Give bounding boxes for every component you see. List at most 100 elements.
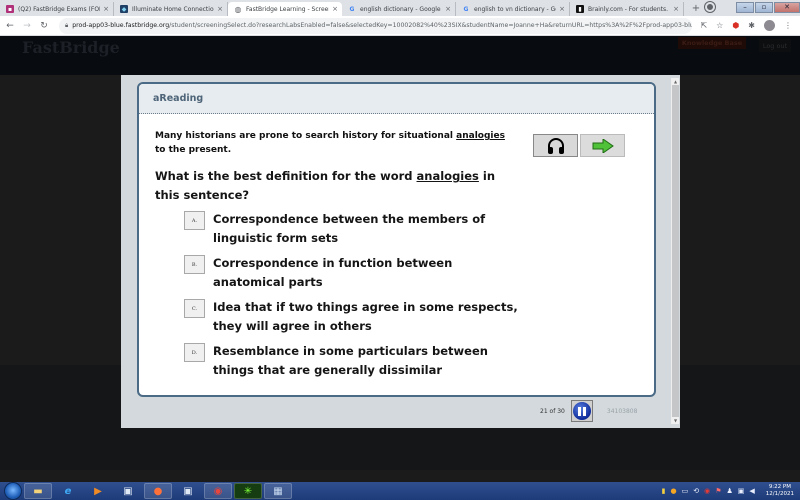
bookmark-star-icon[interactable]: ☆ [716, 21, 723, 30]
assessment-footer: 21 of 30 34103808 [540, 400, 637, 422]
next-button[interactable] [580, 134, 625, 157]
test-id: 34103808 [606, 407, 638, 415]
sync-icon[interactable]: ⟲ [693, 487, 699, 495]
media-controls [533, 134, 625, 157]
purple-square-icon: ▪ [6, 5, 14, 13]
maximize-button[interactable]: ▫ [755, 1, 773, 13]
logout-button[interactable]: Log out [759, 39, 791, 52]
minimize-button[interactable]: – [736, 1, 754, 13]
passage-sentence: Many historians are prone to search hist… [155, 129, 515, 157]
window-app-icon[interactable]: ▣ [174, 483, 202, 499]
fastbridge-logo: FastBridge [22, 38, 120, 57]
media-player-icon[interactable]: ▶ [84, 483, 112, 499]
calculator-icon[interactable]: ▦ [264, 483, 292, 499]
close-tab-icon[interactable]: × [103, 5, 109, 13]
orange-circle-icon[interactable]: ● [671, 487, 677, 495]
menu-kebab-icon[interactable]: ⋮ [784, 21, 792, 30]
browser-tab[interactable]: G english dictionary - Google Sear × [342, 2, 456, 16]
extension-shield-icon[interactable]: ⬢ [732, 21, 739, 30]
tab-label: english to vn dictionary - Googl [474, 5, 556, 13]
system-clock[interactable]: 9:22 PM 12/1/2021 [766, 484, 794, 498]
passage-text: Many historians are prone to search hist… [155, 131, 457, 141]
answer-choice-b[interactable]: B. Correspondence in function between an… [184, 254, 524, 292]
choice-text[interactable]: Correspondence between the members of li… [213, 210, 524, 248]
share-icon[interactable]: ⇱ [700, 21, 707, 30]
back-arrow-icon[interactable]: ← [3, 21, 17, 31]
volume-icon[interactable]: ◀ [749, 487, 754, 495]
choice-text[interactable]: Resemblance in some particulars between … [213, 342, 524, 380]
choice-letter-button[interactable]: A. [184, 211, 205, 230]
system-tray: ▮ ● ▭ ⟲ ◉ ⚑ ♟ ▣ ◀ 9:22 PM 12/1/2021 [662, 482, 794, 500]
browser-tab[interactable]: ◆ Illuminate Home Connection × [114, 2, 228, 16]
browser-tab[interactable]: ▮ Brainly.com - For students. By st × [570, 2, 684, 16]
google-icon: G [463, 5, 469, 13]
answer-choice-a[interactable]: A. Correspondence between the members of… [184, 210, 524, 248]
illuminate-icon: ◆ [120, 5, 128, 13]
globe-icon: ◍ [234, 4, 242, 14]
close-tab-icon[interactable]: × [559, 5, 565, 13]
green-app-icon[interactable]: ✳ [234, 483, 262, 499]
browser-tab-strip: ▪ (Q2) FastBridge Exams (FOR AB × ◆ Illu… [0, 0, 800, 16]
close-tab-icon[interactable]: × [217, 5, 223, 13]
scroll-up-arrow-icon[interactable]: ▲ [672, 78, 679, 85]
card-header: aReading [139, 84, 654, 114]
audio-button[interactable] [533, 134, 578, 157]
choice-text[interactable]: Idea that if two things agree in some re… [213, 298, 524, 336]
url-path: /student/screeningSelect.do?researchLabs… [169, 22, 693, 29]
network-icon[interactable]: ▭ [682, 487, 689, 495]
frame-scrollbar[interactable]: ▲ ▼ [671, 78, 679, 424]
display-icon[interactable]: ▣ [738, 487, 745, 495]
choice-letter-button[interactable]: B. [184, 255, 205, 274]
firefox-icon[interactable]: ● [144, 483, 172, 499]
internet-explorer-icon[interactable]: e [54, 483, 82, 499]
headphones-icon [547, 137, 564, 154]
windows-taskbar: ▬ e ▶ ▣ ● ▣ ◉ ✳ ▦ ▮ ● ▭ ⟲ ◉ ⚑ ♟ ▣ ◀ 9:22… [0, 482, 800, 500]
address-bar[interactable]: 🔒︎ prod-app03-blue.fastbridge.org/studen… [59, 17, 693, 34]
start-button[interactable] [4, 482, 22, 500]
passage-keyword: analogies [456, 131, 505, 141]
choice-letter-button[interactable]: C. [184, 299, 205, 318]
close-tab-icon[interactable]: × [673, 5, 679, 13]
question-progress: 21 of 30 [540, 407, 565, 415]
pause-button[interactable] [570, 400, 593, 422]
close-tab-icon[interactable]: × [445, 5, 451, 13]
file-explorer-icon[interactable]: ▬ [24, 483, 52, 499]
new-tab-button[interactable]: + [688, 2, 704, 14]
answer-choice-c[interactable]: C. Idea that if two things agree in some… [184, 298, 524, 336]
reload-icon[interactable]: ↻ [37, 21, 51, 31]
choice-letter-button[interactable]: D. [184, 343, 205, 362]
passage-text: to the present. [155, 145, 232, 155]
knowledge-base-button[interactable]: Knowledge Base [678, 37, 746, 49]
question-text-part: What is the best definition for the word [155, 169, 417, 183]
tab-label: Brainly.com - For students. By st [588, 5, 670, 13]
browser-toolbar: ← → ↻ 🔒︎ prod-app03-blue.fastbridge.org /… [0, 16, 800, 36]
close-tab-icon[interactable]: × [332, 5, 338, 13]
brainly-icon: ▮ [576, 5, 584, 13]
answer-choices: A. Correspondence between the members of… [184, 210, 524, 386]
tab-label: (Q2) FastBridge Exams (FOR AB [18, 5, 100, 13]
browser-tab-active[interactable]: ◍ FastBridge Learning - Screening × [228, 2, 342, 16]
window-controls: – ▫ ✕ [705, 0, 800, 14]
answer-choice-d[interactable]: D. Resemblance in some particulars betwe… [184, 342, 524, 380]
extensions-puzzle-icon[interactable]: ✱ [748, 21, 755, 30]
note-icon[interactable]: ▮ [662, 487, 666, 495]
question-text: What is the best definition for the word… [155, 167, 515, 205]
browser-tab[interactable]: G english to vn dictionary - Googl × [456, 2, 570, 16]
question-keyword: analogies [416, 169, 479, 183]
flag-icon[interactable]: ⚑ [715, 487, 721, 495]
printer-icon[interactable]: ♟ [727, 487, 733, 495]
forward-arrow-icon[interactable]: → [20, 21, 34, 31]
tab-label: Illuminate Home Connection [132, 5, 215, 13]
browser-tab[interactable]: ▪ (Q2) FastBridge Exams (FOR AB × [0, 2, 114, 16]
antivirus-icon[interactable]: ◉ [704, 487, 710, 495]
question-card: aReading Many historians are prone to se… [137, 82, 656, 397]
pause-icon [572, 402, 591, 420]
close-window-button[interactable]: ✕ [774, 1, 800, 13]
window-app-icon[interactable]: ▣ [114, 483, 142, 499]
tab-search-icon[interactable] [705, 2, 715, 12]
scroll-down-arrow-icon[interactable]: ▼ [672, 417, 679, 424]
chrome-icon[interactable]: ◉ [204, 483, 232, 499]
profile-avatar[interactable] [764, 20, 775, 31]
choice-text[interactable]: Correspondence in function between anato… [213, 254, 524, 292]
right-arrow-icon [592, 138, 614, 153]
